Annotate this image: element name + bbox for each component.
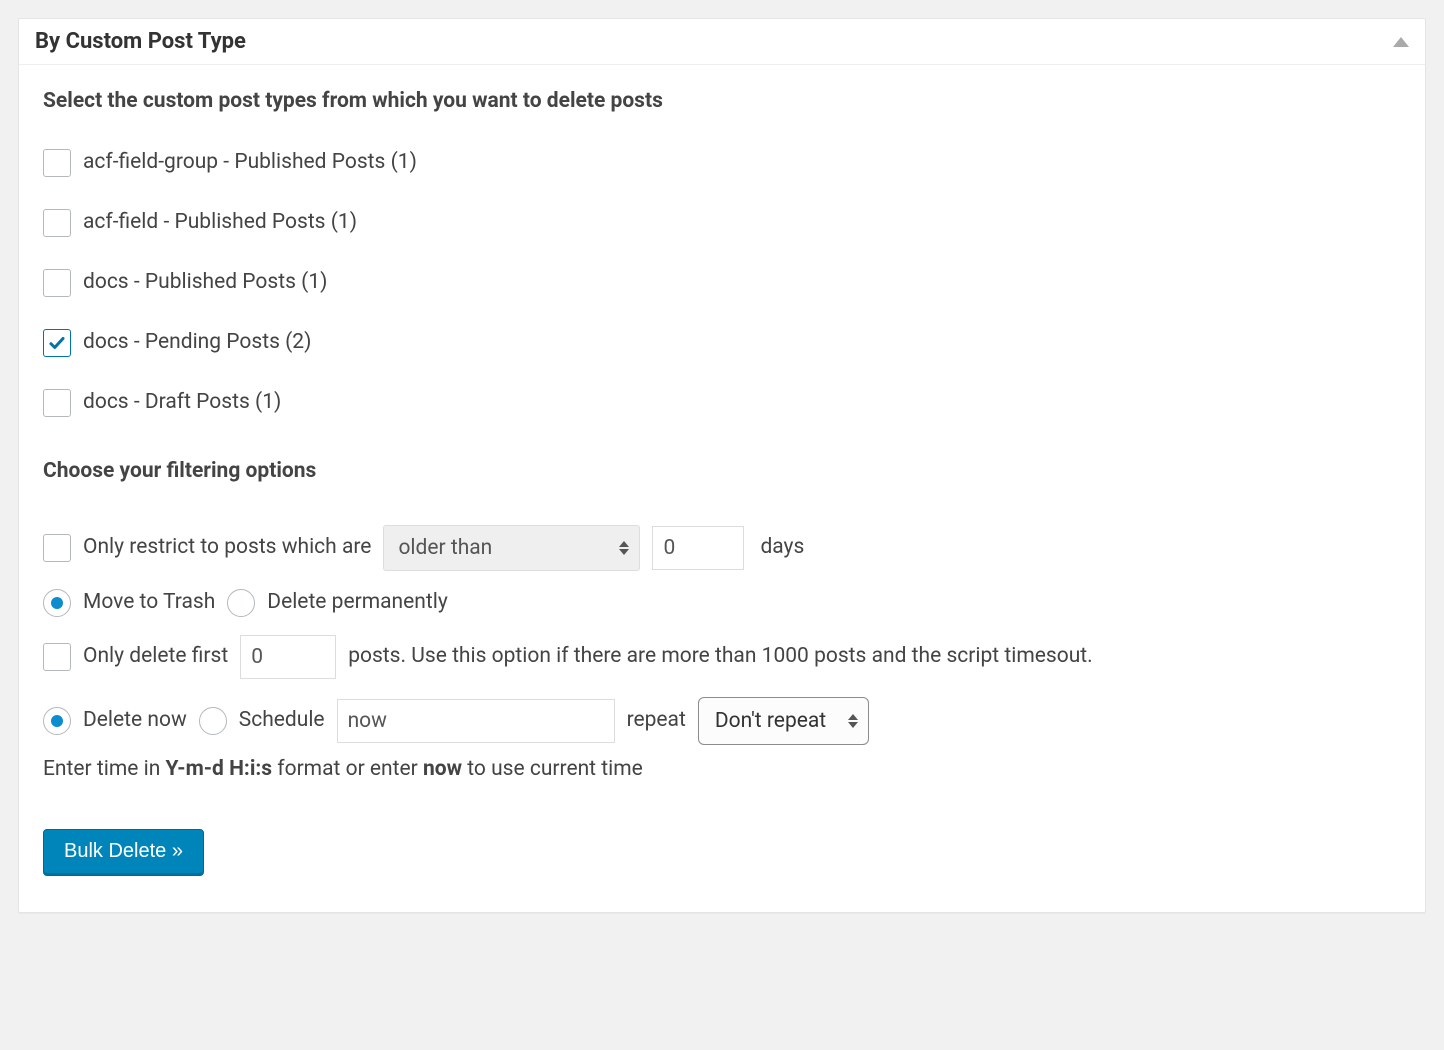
schedule-radio[interactable] bbox=[199, 707, 227, 735]
schedule-row: Delete now Schedule repeat Don't repeat bbox=[43, 697, 1401, 745]
cpt-label: acf-field - Published Posts (1) bbox=[83, 210, 357, 235]
cpt-item: docs - Published Posts (1) bbox=[43, 269, 1401, 297]
cpt-checkbox[interactable] bbox=[43, 329, 71, 357]
delete-mode-row: Move to Trash Delete permanently bbox=[43, 589, 1401, 617]
limit-checkbox[interactable] bbox=[43, 643, 71, 671]
schedule-time-input[interactable] bbox=[337, 699, 615, 743]
hint-text: to use current time bbox=[462, 757, 643, 781]
cpt-checkbox[interactable] bbox=[43, 389, 71, 417]
select-arrows-icon bbox=[619, 541, 629, 555]
filter-options-heading: Choose your filtering options bbox=[43, 459, 1401, 483]
delete-permanently-label: Delete permanently bbox=[267, 590, 448, 615]
panel-body: Select the custom post types from which … bbox=[19, 65, 1425, 912]
restrict-operator-select[interactable]: older than bbox=[383, 525, 640, 571]
cpt-checkbox[interactable] bbox=[43, 209, 71, 237]
repeat-label: repeat bbox=[627, 708, 686, 733]
cpt-checkbox[interactable] bbox=[43, 149, 71, 177]
cpt-item: docs - Pending Posts (2) bbox=[43, 329, 1401, 357]
move-to-trash-radio[interactable] bbox=[43, 589, 71, 617]
cpt-list: acf-field-group - Published Posts (1) ac… bbox=[43, 149, 1401, 417]
schedule-hint: Enter time in Y-m-d H:i:s format or ente… bbox=[43, 757, 1401, 781]
bulk-delete-button[interactable]: Bulk Delete » bbox=[43, 829, 204, 876]
repeat-value: Don't repeat bbox=[715, 709, 826, 733]
hint-text: format or enter bbox=[272, 757, 423, 781]
select-arrows-icon bbox=[848, 714, 858, 728]
limit-count-input[interactable] bbox=[240, 635, 336, 679]
restrict-operator-value: older than bbox=[398, 536, 492, 560]
restrict-days-input[interactable] bbox=[652, 526, 744, 570]
limit-label-pre: Only delete first bbox=[83, 644, 228, 669]
restrict-unit: days bbox=[760, 535, 804, 560]
hint-format-bold: Y-m-d H:i:s bbox=[166, 757, 273, 781]
panel-by-custom-post-type: By Custom Post Type Select the custom po… bbox=[18, 18, 1426, 913]
cpt-item: acf-field - Published Posts (1) bbox=[43, 209, 1401, 237]
delete-now-label: Delete now bbox=[83, 708, 187, 733]
hint-text: Enter time in bbox=[43, 757, 166, 781]
cpt-item: acf-field-group - Published Posts (1) bbox=[43, 149, 1401, 177]
restrict-label: Only restrict to posts which are bbox=[83, 535, 371, 560]
limit-label-post: posts. Use this option if there are more… bbox=[348, 644, 1093, 669]
restrict-row: Only restrict to posts which are older t… bbox=[43, 525, 1401, 571]
select-types-heading: Select the custom post types from which … bbox=[43, 89, 1401, 113]
hint-now-bold: now bbox=[423, 757, 462, 781]
cpt-item: docs - Draft Posts (1) bbox=[43, 389, 1401, 417]
panel-title: By Custom Post Type bbox=[35, 29, 246, 54]
cpt-label: acf-field-group - Published Posts (1) bbox=[83, 150, 417, 175]
delete-now-radio[interactable] bbox=[43, 707, 71, 735]
limit-row: Only delete first posts. Use this option… bbox=[43, 635, 1401, 679]
filter-options: Only restrict to posts which are older t… bbox=[43, 525, 1401, 781]
repeat-select[interactable]: Don't repeat bbox=[698, 697, 869, 745]
schedule-label: Schedule bbox=[239, 708, 325, 733]
restrict-checkbox[interactable] bbox=[43, 534, 71, 562]
move-to-trash-label: Move to Trash bbox=[83, 590, 215, 615]
cpt-label: docs - Pending Posts (2) bbox=[83, 330, 311, 355]
cpt-label: docs - Draft Posts (1) bbox=[83, 390, 281, 415]
cpt-label: docs - Published Posts (1) bbox=[83, 270, 327, 295]
delete-permanently-radio[interactable] bbox=[227, 589, 255, 617]
cpt-checkbox[interactable] bbox=[43, 269, 71, 297]
panel-header: By Custom Post Type bbox=[19, 19, 1425, 65]
collapse-toggle-icon[interactable] bbox=[1393, 37, 1409, 47]
